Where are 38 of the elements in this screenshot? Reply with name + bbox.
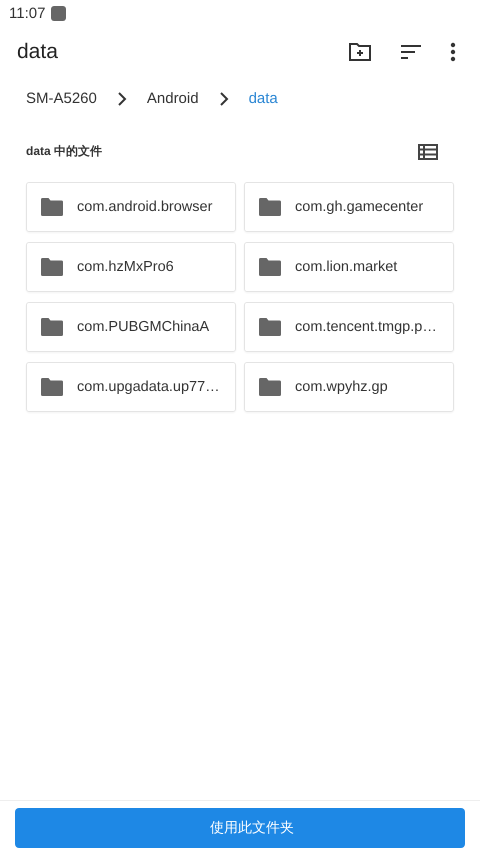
folder-item[interactable]: com.hzMxPro6 (26, 242, 236, 292)
folder-name: com.upgadata.up77… (77, 379, 220, 395)
sort-icon[interactable] (400, 45, 422, 59)
folder-name: com.wpyhz.gp (295, 379, 388, 395)
folder-icon (41, 198, 63, 216)
folder-icon (259, 378, 281, 396)
breadcrumb[interactable]: SM-A5260 (26, 90, 97, 107)
folder-name: com.hzMxPro6 (77, 259, 174, 275)
more-icon[interactable] (450, 42, 456, 62)
use-folder-button[interactable]: 使用此文件夹 (15, 808, 465, 848)
notification-icon (51, 6, 66, 20)
folder-item[interactable]: com.wpyhz.gp (244, 362, 454, 412)
screen-title: data (17, 40, 58, 64)
breadcrumb[interactable]: data (248, 90, 278, 107)
folder-icon (41, 318, 63, 336)
folder-name: com.tencent.tmgp.p… (295, 319, 437, 335)
status-time: 11:07 (9, 4, 46, 22)
folder-icon (259, 318, 281, 336)
folder-item[interactable]: com.gh.gamecenter (244, 182, 454, 232)
folder-icon (259, 198, 281, 216)
new-folder-icon[interactable] (348, 42, 372, 62)
folder-icon (41, 378, 63, 396)
folder-item[interactable]: com.android.browser (26, 182, 236, 232)
folder-item[interactable]: com.PUBGMChinaA (26, 302, 236, 352)
folder-name: com.PUBGMChinaA (77, 319, 210, 335)
breadcrumb[interactable]: Android (146, 90, 199, 107)
folder-item[interactable]: com.tencent.tmgp.p… (244, 302, 454, 352)
chevron-icon (218, 92, 229, 106)
folder-name: com.lion.market (295, 259, 398, 275)
folder-item[interactable]: com.upgadata.up77… (26, 362, 236, 412)
folder-icon (41, 258, 63, 276)
list-view-icon[interactable] (418, 144, 438, 160)
folder-item[interactable]: com.lion.market (244, 242, 454, 292)
folder-icon (259, 258, 281, 276)
folder-name: com.gh.gamecenter (295, 199, 424, 215)
chevron-icon (116, 92, 127, 106)
section-title: data 中的文件 (26, 143, 102, 160)
folder-name: com.android.browser (77, 199, 212, 215)
